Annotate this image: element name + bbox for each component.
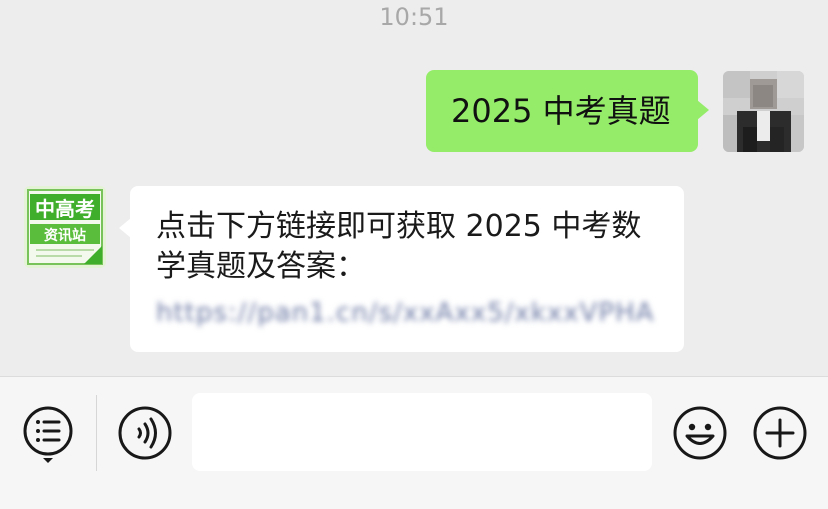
user-avatar[interactable] [723,71,804,152]
emoji-icon[interactable] [672,405,728,461]
chat-area: 10:51 2025 中考真题 中高考 资讯站 点击下方链接即可获取 2025 … [0,0,828,376]
message-input[interactable] [192,393,652,471]
message-timestamp: 10:51 [379,3,449,31]
sender-avatar[interactable]: 中高考 资讯站 [24,186,106,268]
plus-icon[interactable] [752,405,808,461]
input-bar-divider [96,395,97,471]
logo-subtitle-text: 资讯站 [44,227,86,244]
incoming-message-text: 点击下方链接即可获取 2025 中考数学真题及答案： [156,209,642,284]
outgoing-message-text: 2025 中考真题 [451,92,671,130]
chat-input-bar [0,376,828,509]
pixelated-photo [723,71,804,152]
logo-title-text: 中高考 [35,197,95,221]
blurred-download-link[interactable]: https://pan1.cn/s/xxAxx5/xkxxVPHA [156,297,660,329]
brand-logo: 中高考 资讯站 [24,186,106,268]
outgoing-message-bubble[interactable]: 2025 中考真题 [426,70,709,152]
voice-icon[interactable] [117,405,173,461]
incoming-message-bubble[interactable]: 点击下方链接即可获取 2025 中考数学真题及答案： https://pan1.… [119,186,684,352]
menu-list-icon[interactable] [22,403,74,465]
